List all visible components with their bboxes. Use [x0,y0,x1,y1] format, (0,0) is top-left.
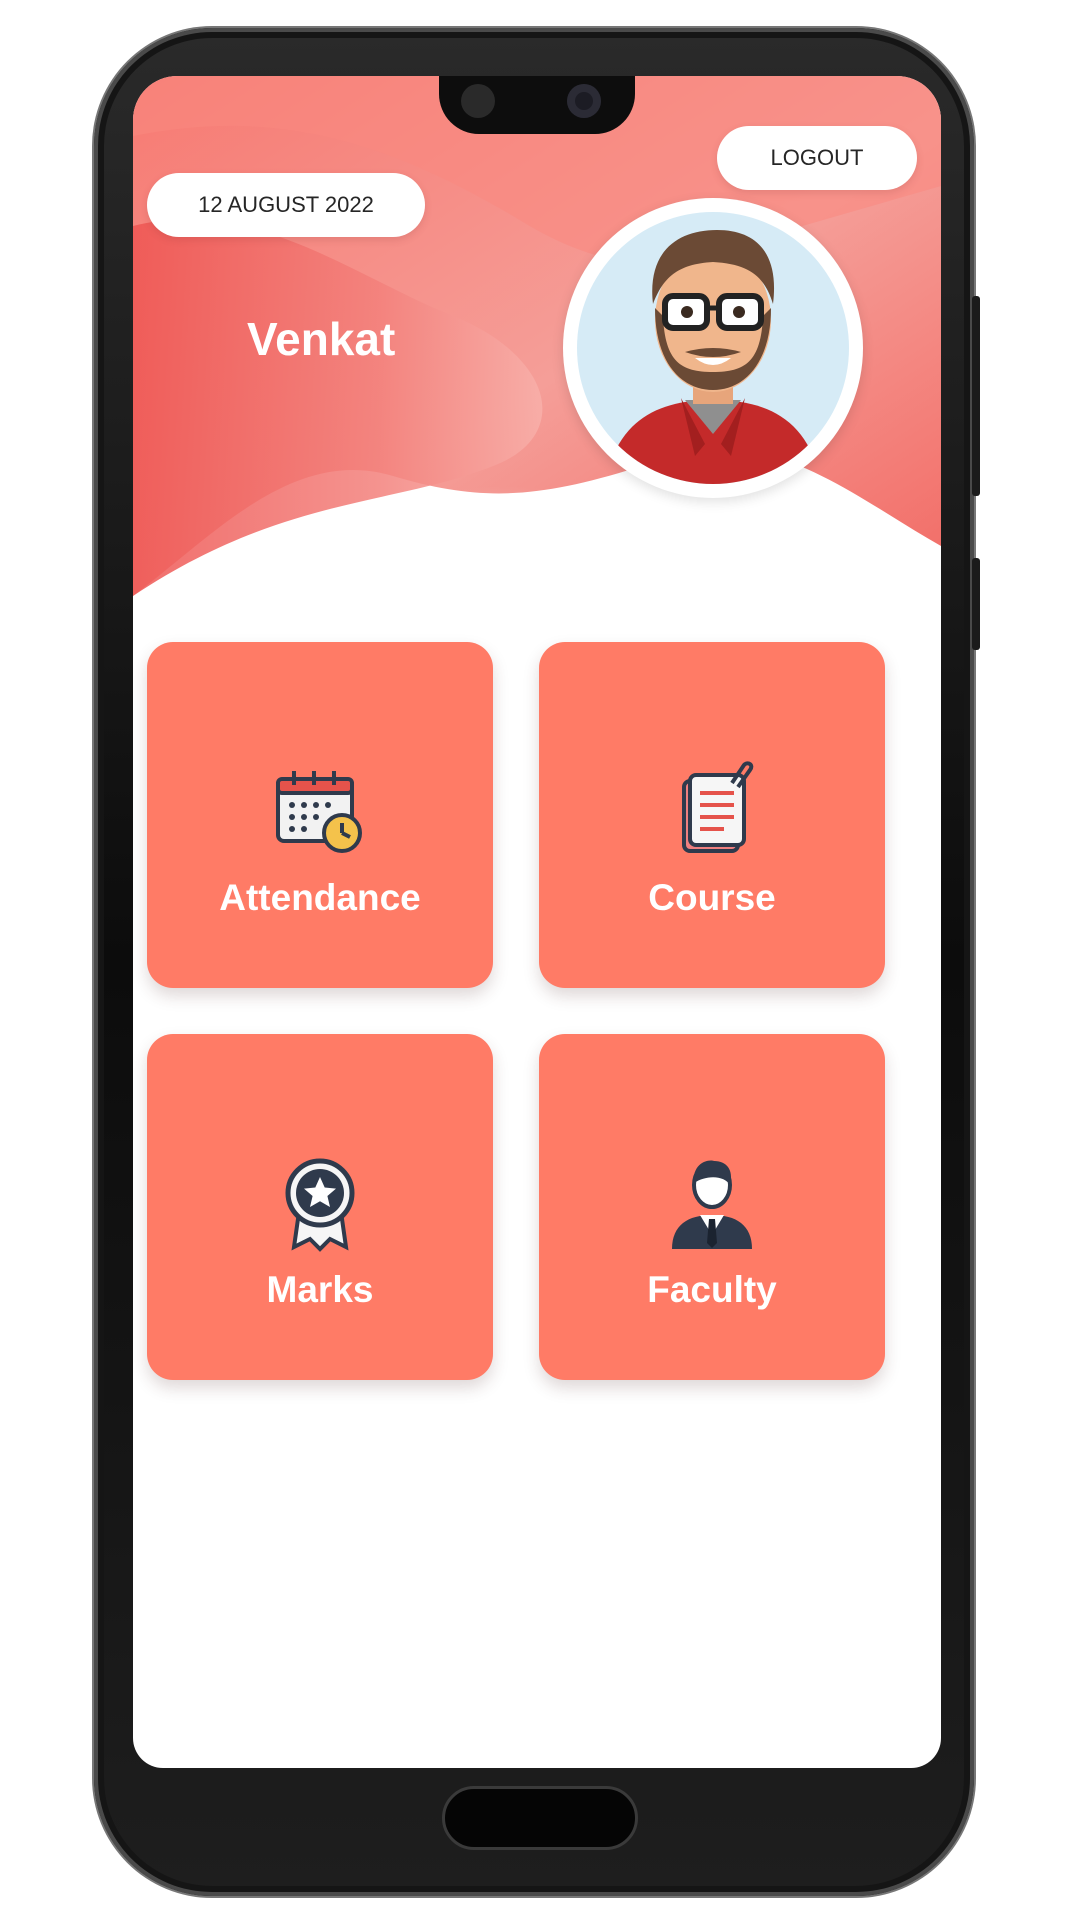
avatar-portrait [577,212,849,484]
home-button[interactable] [442,1786,638,1850]
speaker-grille [461,84,495,118]
avatar[interactable] [563,198,863,498]
date-text: 12 AUGUST 2022 [198,192,374,217]
faculty-label: Faculty [647,1269,777,1310]
document-clip-icon [682,761,754,853]
faculty-tile[interactable]: Faculty [539,1034,885,1380]
course-tile[interactable]: Course [539,642,885,988]
attendance-tile[interactable]: Attendance [147,642,493,988]
volume-button [972,296,980,496]
calendar-clock-icon [276,771,362,853]
attendance-label: Attendance [219,877,421,918]
user-name: Venkat [247,313,396,365]
camera-notch [439,76,635,134]
man-with-glasses-icon [605,230,821,484]
front-camera [567,84,601,118]
marks-tile[interactable]: Marks [147,1034,493,1380]
logout-label: LOGOUT [770,145,864,170]
logout-button[interactable]: LOGOUT [717,126,917,190]
power-button [972,558,980,650]
app-screen: 12 AUGUST 2022 LOGOUT Venkat Attendance … [133,76,941,1768]
date-badge: 12 AUGUST 2022 [147,173,425,237]
award-badge-icon [285,1158,355,1252]
marks-label: Marks [266,1269,374,1310]
person-suit-icon [672,1160,752,1249]
course-label: Course [648,877,776,918]
